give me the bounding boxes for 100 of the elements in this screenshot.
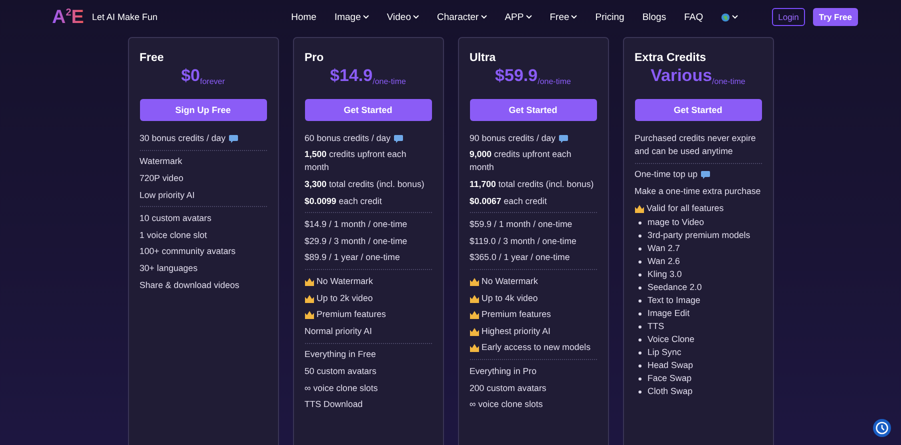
chevron-icon (571, 15, 578, 19)
feature-text: 3,300 total credits (incl. bonus) (304, 178, 424, 191)
feature-text: Make a one-time extra purchase (634, 184, 761, 198)
bullet-icon (638, 234, 642, 238)
plan-price: $59.9 (495, 66, 538, 85)
plan-price: $14.9 (330, 66, 373, 85)
feature-text: 60 bonus credits / day (304, 132, 391, 145)
chevron-icon (362, 15, 369, 19)
feature-text: Premium features (482, 308, 551, 322)
bullet-icon (638, 364, 642, 368)
feature-text: 720P video (140, 172, 184, 185)
feature-text: Share & download videos (140, 278, 240, 292)
feature-text: $0.0099 each credit (304, 194, 382, 208)
feature-text: 1 voice clone slot (140, 228, 207, 242)
feature-text: Image Edit (648, 307, 690, 320)
nav-link[interactable]: Character (437, 12, 487, 22)
language-menu[interactable] (721, 12, 738, 22)
feature-text: 30+ languages (140, 262, 198, 275)
plan-title: Pro (304, 52, 325, 64)
feature-text: $59.9 / 1 month / one-time (470, 218, 572, 232)
nav-link[interactable]: Home (291, 12, 316, 22)
bullet-icon (638, 299, 642, 304)
feature-text: Seedance 2.0 (648, 281, 702, 294)
feature-text: One-time top up (634, 168, 698, 182)
feature-text: Up to 4k video (482, 292, 538, 305)
tagline: Let AI Make Fun (92, 12, 158, 22)
feature-text: Premium features (316, 308, 386, 322)
bullet-icon (638, 338, 642, 342)
feature-text: $29.9 / 3 month / one-time (304, 234, 408, 248)
feature-text: 3rd-party premium models (648, 229, 750, 242)
feature-text: Everything in Free (304, 348, 376, 362)
feature-text: 1,500 credits upfront each month (304, 148, 408, 174)
feature-text: 90 bonus credits / day (470, 132, 556, 145)
feature-text: 30 bonus credits / day (140, 132, 226, 145)
feature-text: Watermark (140, 155, 182, 168)
chevron-icon (732, 15, 738, 19)
feature-text: $14.9 / 1 month / one-time (304, 218, 408, 232)
nav-link[interactable]: Video (386, 12, 419, 22)
speech-bubble-icon (700, 171, 710, 180)
nav-link[interactable]: Free (550, 12, 578, 22)
feature-text: 200 custom avatars (470, 382, 546, 395)
feature-text: TTS Download (304, 398, 363, 412)
bullet-icon (638, 286, 642, 290)
bullet-icon (638, 377, 642, 382)
feature-text: $119.0 / 3 month / one-time (470, 234, 576, 248)
feature-text: 11,700 total credits (incl. bonus) (470, 178, 594, 191)
try-free-button[interactable]: Try Free (812, 8, 858, 26)
plan-price: $0 (181, 66, 200, 85)
feature-text: Highest priority AI (482, 324, 550, 338)
speech-bubble-icon (558, 134, 568, 143)
bullet-icon (638, 390, 642, 394)
chevron-icon (480, 15, 487, 19)
feature-text: ∞ voice clone slots (304, 382, 378, 395)
price-period: /one-time (372, 77, 406, 86)
nav-link[interactable]: APP (504, 12, 532, 22)
feature-text: 10 custom avatars (140, 212, 212, 226)
chevron-icon (413, 15, 419, 19)
nav-link[interactable]: Image (334, 12, 369, 22)
nav-link[interactable]: FAQ (684, 12, 704, 22)
login-button[interactable]: Login (772, 8, 805, 26)
feature-text: Purchased credits never expire and can be used anytime (634, 132, 757, 158)
feature-text: $0.0067 each credit (470, 194, 547, 208)
crown-icon (634, 204, 644, 213)
bullet-icon (638, 325, 642, 330)
price-period: /one-time (538, 77, 571, 86)
feature-text: No Watermark (316, 274, 373, 288)
feature-text: Face Swap (648, 372, 692, 386)
feature-text: Valid for all features (646, 202, 724, 215)
feature-text: TTS (648, 320, 664, 334)
bullet-icon (638, 221, 642, 226)
feature-text: Normal priority AI (304, 324, 372, 338)
bullet-icon (638, 273, 642, 278)
feature-text: Early access to new models (482, 341, 591, 354)
plan-title: Ultra (470, 52, 497, 64)
feature-text: mage to Video (648, 216, 704, 230)
bullet-icon (638, 247, 642, 252)
globe-icon (721, 12, 730, 22)
nav-link[interactable]: Blogs (642, 12, 666, 22)
speech-bubble-icon (228, 134, 238, 143)
speech-bubble-icon (394, 134, 403, 143)
feature-text: Wan 2.6 (648, 255, 680, 268)
feature-text: Head Swap (648, 359, 693, 372)
feature-text: $365.0 / 1 year / one-time (470, 251, 570, 264)
bullet-icon (638, 260, 642, 264)
chevron-icon (526, 15, 532, 19)
plan-price: Various (650, 66, 712, 85)
plan-button[interactable]: Get Started (470, 99, 596, 121)
plan-title: Extra Credits (634, 52, 708, 64)
feature-text: No Watermark (482, 274, 538, 288)
feature-text: ∞ voice clone slots (470, 398, 543, 412)
plan-button[interactable]: Sign Up Free (140, 99, 266, 121)
plan-button[interactable]: Get Started (634, 99, 762, 121)
feature-text: Low priority AI (140, 188, 195, 202)
feature-text: Kling 3.0 (648, 268, 682, 282)
feature-text: Up to 2k video (316, 292, 373, 305)
feature-text: Lip Sync (648, 346, 682, 360)
plan-button[interactable]: Get Started (304, 99, 432, 121)
feature-text: Text to Image (648, 294, 700, 308)
nav-link[interactable]: Pricing (595, 12, 624, 22)
price-period: /one-time (712, 77, 746, 86)
